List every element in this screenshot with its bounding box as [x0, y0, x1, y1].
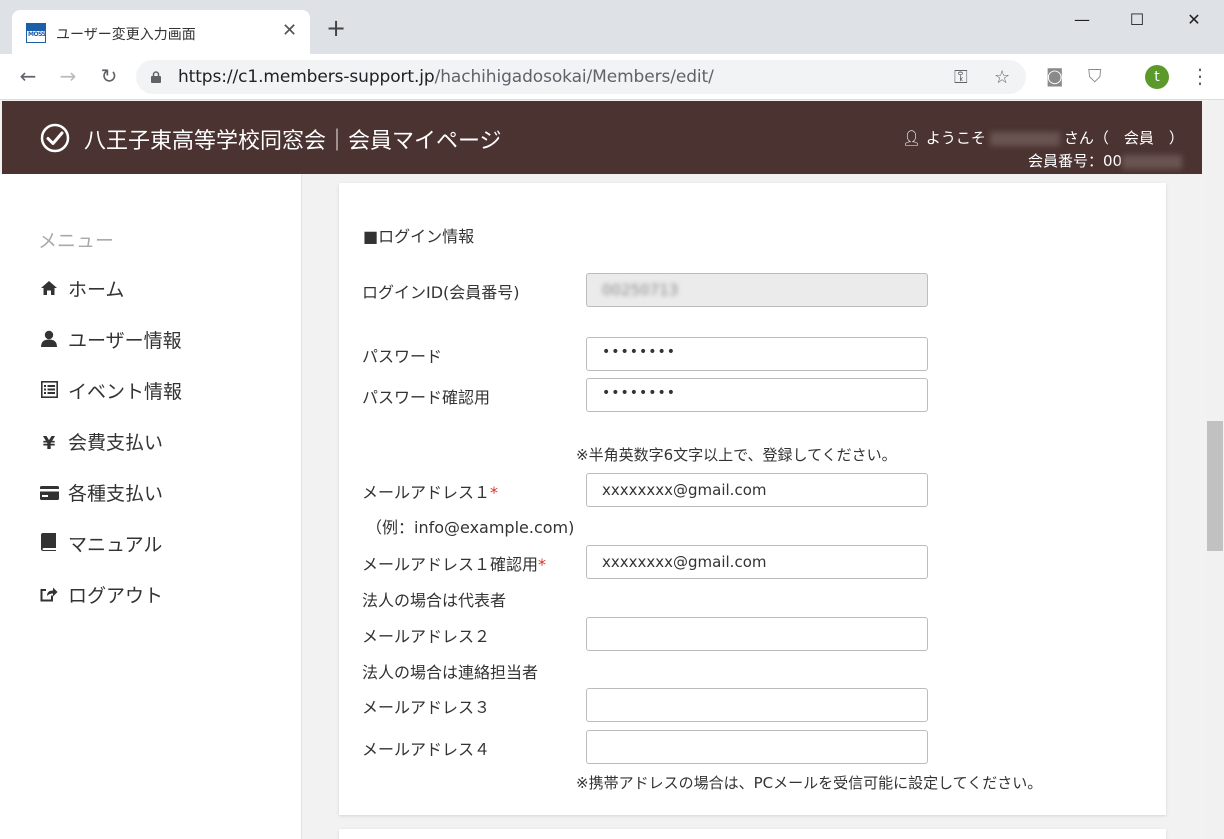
sidebar-item-user-info[interactable]: ユーザー情報	[38, 326, 182, 354]
check-circle-logo-icon	[40, 123, 70, 153]
shield-icon[interactable]: ⛉	[1088, 66, 1102, 87]
browser-menu-icon[interactable]: ⋮	[1190, 64, 1210, 88]
page-scrollbar[interactable]	[1206, 101, 1224, 839]
sidebar-item-label: 会費支払い	[68, 432, 164, 454]
home-icon	[38, 280, 60, 301]
back-icon[interactable]: ←	[14, 62, 42, 90]
list-icon	[38, 381, 60, 403]
sidebar-item-membership-fee[interactable]: ¥ 会費支払い	[38, 428, 163, 456]
forward-icon[interactable]: →	[54, 62, 82, 90]
user-name-redacted	[989, 131, 1060, 146]
browser-toolbar: ← → ↻ https://c1.members-support.jp/hach…	[0, 54, 1224, 100]
next-card	[339, 829, 1166, 839]
yen-icon: ¥	[42, 433, 56, 454]
password-label: パスワード	[362, 347, 443, 366]
sidebar-item-logout[interactable]: ログアウト	[38, 581, 163, 609]
sidebar-item-label: ユーザー情報	[68, 330, 182, 352]
password-confirm-label: パスワード確認用	[362, 388, 491, 407]
address-bar[interactable]: https://c1.members-support.jp/hachihigad…	[136, 60, 1026, 94]
menu-heading: メニュー	[38, 230, 115, 252]
email1-label: メールアドレス１*	[362, 483, 499, 502]
email2-field[interactable]	[586, 617, 928, 651]
corp-contact-note: 法人の場合は連絡担当者	[362, 663, 539, 682]
browser-titlebar: MOSS ユーザー変更入力画面 ✕ + — ☐ ✕	[0, 0, 1224, 54]
welcome-message: 👤︎ ようこそ さん（ 会員 ）	[902, 129, 1184, 147]
sidebar-item-label: マニュアル	[68, 534, 163, 556]
password-note: ※半角英数字6文字以上で、登録してください。	[576, 446, 897, 464]
maximize-icon[interactable]: ☐	[1125, 8, 1149, 32]
sidebar-item-manual[interactable]: マニュアル	[38, 530, 162, 558]
scrollbar-thumb[interactable]	[1207, 421, 1223, 551]
lock-icon	[151, 71, 161, 83]
sidebar-item-home[interactable]: ホーム	[38, 275, 124, 303]
key-icon[interactable]: ⚿	[954, 67, 968, 88]
sidebar-item-label: ホーム	[68, 279, 125, 301]
user-icon	[38, 330, 60, 352]
bookmark-star-icon[interactable]: ☆	[994, 67, 1010, 88]
page-viewport: 八王子東高等学校同窓会｜会員マイページ 👤︎ ようこそ さん（ 会員 ） 会員番号…	[0, 101, 1206, 839]
email3-field[interactable]	[586, 688, 928, 722]
required-mark: *	[490, 483, 499, 502]
close-window-icon[interactable]: ✕	[1182, 8, 1206, 32]
login-info-card: ■ログイン情報 ログインID(会員番号) 00250713 パスワード ••••…	[339, 183, 1166, 815]
sidebar-item-label: イベント情報	[68, 381, 183, 403]
member-number: 会員番号：00	[1028, 150, 1183, 171]
book-icon	[38, 533, 60, 556]
email1-confirm-field[interactable]: xxxxxxxx@gmail.com	[586, 545, 928, 579]
tab-title: ユーザー変更入力画面	[56, 27, 196, 43]
sidebar: メニュー ホーム ユーザー情報 イベント情報 ¥ 会費支払い 各種支払い マニュ…	[0, 174, 302, 839]
reload-icon[interactable]: ↻	[95, 62, 123, 90]
user-icon: 👤︎	[902, 129, 922, 147]
card-icon	[38, 484, 60, 505]
email2-label: メールアドレス２	[362, 627, 491, 646]
sidebar-item-payments[interactable]: 各種支払い	[38, 479, 163, 507]
site-header: 八王子東高等学校同窓会｜会員マイページ 👤︎ ようこそ さん（ 会員 ） 会員番号…	[2, 101, 1202, 174]
email1-example: （例：info@example.com)	[366, 518, 575, 537]
login-id-label: ログインID(会員番号)	[362, 283, 520, 302]
email4-label: メールアドレス４	[362, 740, 491, 759]
required-mark: *	[538, 555, 547, 574]
section-title: ■ログイン情報	[363, 227, 475, 246]
sidebar-item-label: ログアウト	[68, 585, 164, 607]
email1-field[interactable]: xxxxxxxx@gmail.com	[586, 473, 928, 507]
browser-tab[interactable]: MOSS ユーザー変更入力画面 ✕	[12, 10, 310, 54]
email3-label: メールアドレス３	[362, 698, 491, 717]
member-number-redacted	[1122, 154, 1183, 169]
email1-confirm-label: メールアドレス１確認用*	[362, 555, 547, 574]
login-id-field: 00250713	[586, 273, 928, 307]
url-text: https://c1.members-support.jp/hachihigad…	[178, 67, 714, 87]
password-confirm-field[interactable]: ••••••••	[586, 378, 928, 412]
corp-rep-note: 法人の場合は代表者	[362, 591, 507, 610]
profile-avatar[interactable]: t	[1145, 65, 1169, 89]
camera-icon[interactable]: ◙	[1046, 66, 1063, 87]
tab-close-icon[interactable]: ✕	[282, 20, 297, 41]
email4-field[interactable]	[586, 730, 928, 764]
mobile-note: ※携帯アドレスの場合は、PCメールを受信可能に設定してください。	[576, 774, 1043, 792]
new-tab-icon[interactable]: +	[326, 16, 346, 40]
minimize-icon[interactable]: —	[1070, 8, 1094, 32]
sidebar-item-label: 各種支払い	[68, 483, 164, 505]
site-favicon-icon: MOSS	[26, 23, 46, 43]
site-title[interactable]: 八王子東高等学校同窓会｜会員マイページ	[84, 123, 502, 155]
password-field[interactable]: ••••••••	[586, 337, 928, 371]
sidebar-item-events[interactable]: イベント情報	[38, 377, 182, 405]
logout-icon	[38, 586, 60, 607]
